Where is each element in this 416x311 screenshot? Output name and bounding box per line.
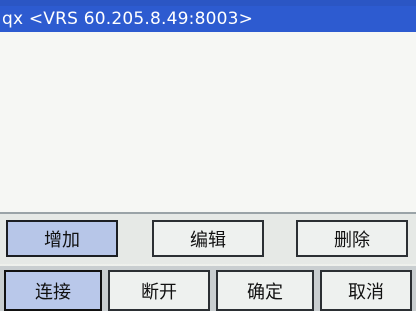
device-screen: qx <VRS 60.205.8.49:8003> 增加 编辑 删除 连接 断开… (0, 0, 416, 311)
add-button[interactable]: 增加 (6, 220, 118, 257)
delete-button[interactable]: 删除 (296, 220, 408, 257)
cancel-button-label: 取消 (348, 281, 384, 303)
connection-list[interactable]: qx <VRS 60.205.8.49:8003> (0, 0, 416, 212)
confirm-button-label: 确定 (247, 281, 283, 303)
add-button-label: 增加 (44, 229, 80, 251)
disconnect-button-label: 断开 (141, 281, 177, 303)
edit-button[interactable]: 编辑 (152, 220, 264, 257)
edit-button-label: 编辑 (190, 229, 226, 251)
bottom-button-bar: 连接 断开 确定 取消 (0, 266, 416, 311)
confirm-button[interactable]: 确定 (216, 270, 314, 311)
disconnect-button[interactable]: 断开 (108, 270, 210, 311)
delete-button-label: 删除 (334, 229, 370, 251)
connection-item-label: qx <VRS 60.205.8.49:8003> (2, 9, 254, 29)
connect-button-label: 连接 (35, 281, 71, 303)
list-actions-row: 增加 编辑 删除 (0, 214, 416, 264)
connect-button[interactable]: 连接 (4, 270, 102, 311)
connection-list-item-selected[interactable]: qx <VRS 60.205.8.49:8003> (0, 6, 416, 32)
cancel-button[interactable]: 取消 (320, 270, 412, 311)
